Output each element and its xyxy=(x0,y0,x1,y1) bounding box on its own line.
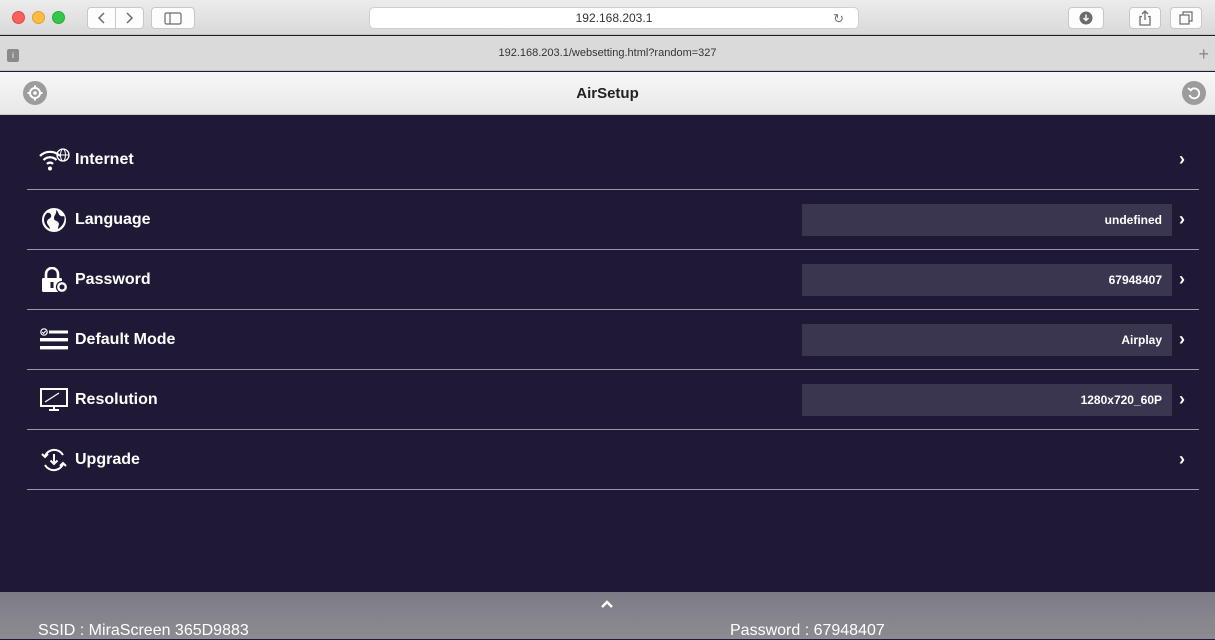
settings-gear-icon[interactable] xyxy=(23,81,47,105)
menu-item-label: Internet xyxy=(75,150,134,168)
window-close-button[interactable] xyxy=(12,11,25,24)
menu-item-label: Upgrade xyxy=(75,450,140,468)
upgrade-icon xyxy=(37,446,71,474)
menu-item-label: Default Mode xyxy=(75,330,176,348)
chevron-right-icon: › xyxy=(1179,389,1185,409)
window-zoom-button[interactable] xyxy=(52,11,65,24)
wifi-globe-icon xyxy=(37,146,71,174)
default-mode-value[interactable]: Airplay xyxy=(802,323,1172,356)
ssid-text: SSID : MiraScreen 365D9883 xyxy=(38,622,249,639)
resolution-value[interactable]: 1280x720_60P xyxy=(802,383,1172,416)
downloads-button[interactable] xyxy=(1068,7,1104,29)
menu-item-language[interactable]: Language undefined › xyxy=(27,190,1199,250)
globe-icon xyxy=(37,206,71,234)
pinned-tab-icon[interactable]: i xyxy=(7,49,19,62)
window-minimize-button[interactable] xyxy=(32,11,45,24)
menu-item-label: Resolution xyxy=(75,390,158,408)
password-value[interactable]: 67948407 xyxy=(802,263,1172,296)
menu-item-default-mode[interactable]: Default Mode Airplay › xyxy=(27,310,1199,370)
status-footer: SSID : MiraScreen 365D9883 Password : 67… xyxy=(0,592,1215,639)
chevron-right-icon: › xyxy=(1179,329,1185,349)
footer-password-text: Password : 67948407 xyxy=(730,622,885,639)
chevron-right-icon: › xyxy=(1179,209,1185,229)
sidebar-toggle-button[interactable] xyxy=(151,7,195,29)
forward-button[interactable] xyxy=(116,8,143,28)
tabs-overview-icon xyxy=(1179,11,1193,25)
page-title: AirSetup xyxy=(576,84,639,102)
menu-item-upgrade[interactable]: Upgrade › xyxy=(27,430,1199,490)
chevron-left-icon xyxy=(97,12,105,24)
show-tabs-button[interactable] xyxy=(1170,7,1202,29)
undo-icon xyxy=(1187,87,1201,100)
download-icon xyxy=(1079,11,1093,25)
share-icon xyxy=(1139,10,1151,26)
chevron-right-icon: › xyxy=(1179,149,1185,169)
lock-icon xyxy=(37,266,71,294)
chevron-right-icon: › xyxy=(1179,269,1185,289)
reload-icon[interactable]: ↻ xyxy=(833,11,844,27)
browser-titlebar: 192.168.203.1 ↻ xyxy=(0,0,1215,35)
app-header: AirSetup xyxy=(0,72,1215,115)
monitor-icon xyxy=(37,386,71,414)
address-text: 192.168.203.1 xyxy=(575,11,653,25)
tab-bar: i 192.168.203.1/websetting.html?random=3… xyxy=(0,36,1215,71)
settings-menu: Internet › Language undefined › Password… xyxy=(27,130,1199,490)
new-tab-icon[interactable]: + xyxy=(1198,44,1209,65)
menu-item-resolution[interactable]: Resolution 1280x720_60P › xyxy=(27,370,1199,430)
share-button[interactable] xyxy=(1129,7,1161,29)
sidebar-icon xyxy=(164,11,182,25)
back-circle-button[interactable] xyxy=(1182,81,1206,105)
menu-item-label: Language xyxy=(75,210,151,228)
gear-icon xyxy=(27,85,43,101)
address-bar[interactable]: 192.168.203.1 ↻ xyxy=(369,7,859,29)
mode-list-icon xyxy=(37,326,71,354)
tab-title[interactable]: 192.168.203.1/websetting.html?random=327 xyxy=(498,47,716,59)
language-value[interactable]: undefined xyxy=(802,203,1172,236)
chevron-right-icon xyxy=(126,12,134,24)
menu-item-internet[interactable]: Internet › xyxy=(27,130,1199,190)
chevron-right-icon: › xyxy=(1179,449,1185,469)
expand-footer-icon[interactable] xyxy=(600,596,614,612)
back-forward-group xyxy=(87,7,144,29)
menu-item-password[interactable]: Password 67948407 › xyxy=(27,250,1199,310)
menu-item-label: Password xyxy=(75,270,151,288)
back-button[interactable] xyxy=(88,8,116,28)
